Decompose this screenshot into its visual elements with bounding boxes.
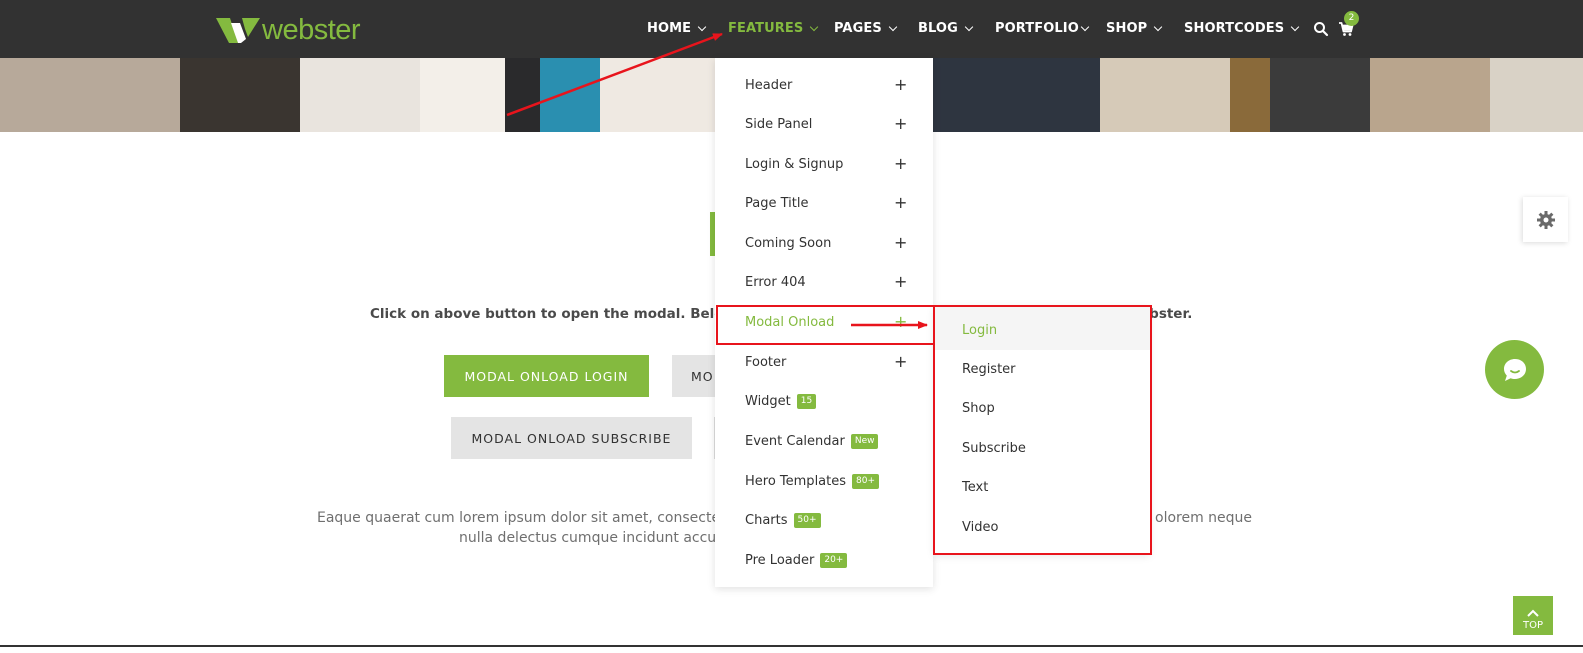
count-badge: 50+ [793, 512, 821, 528]
chevron-down-icon [810, 22, 819, 31]
chevron-down-icon [888, 22, 898, 31]
logo-mark-icon [216, 18, 260, 43]
annotation-box-submenu [933, 305, 1152, 555]
menu-item-label: Login & Signup [745, 156, 844, 172]
nav-portfolio[interactable]: PORTFOLIO [995, 21, 1090, 36]
chevron-down-icon [697, 22, 707, 31]
paragraph-line-1: Eaque quaerat cum lorem ipsum dolor sit … [317, 510, 721, 526]
menu-item-label: Footer [745, 354, 787, 370]
intro-text: Click on above button to open the modal.… [370, 306, 751, 322]
menu-item-event-calendar[interactable]: Event Calendar New [745, 431, 879, 451]
back-to-top-label: TOP [1522, 620, 1543, 631]
chevron-up-icon [1527, 609, 1539, 617]
menu-item-label: Side Panel [745, 116, 813, 132]
nav-pages-label: PAGES [834, 21, 882, 36]
modal-onload-subscribe-button[interactable]: MODAL ONLOAD SUBSCRIBE [451, 417, 692, 459]
modal-onload-second-label: MO [691, 368, 714, 384]
menu-item-label: Page Title [745, 195, 809, 211]
menu-item-error-404[interactable]: Error 404 [745, 272, 806, 292]
menu-item-side-panel[interactable]: Side Panel [745, 114, 812, 134]
menu-item-label: Pre Loader [745, 552, 815, 568]
nav-home-label: HOME [647, 21, 692, 36]
menu-item-label: Widget [745, 393, 791, 409]
expand-plus-icon[interactable]: + [894, 233, 907, 253]
count-badge: 15 [796, 393, 817, 409]
expand-plus-icon[interactable]: + [894, 114, 907, 134]
menu-item-pre-loader[interactable]: Pre Loader 20+ [745, 550, 848, 570]
menu-item-coming-soon[interactable]: Coming Soon [745, 233, 831, 253]
menu-item-login-signup[interactable]: Login & Signup [745, 154, 843, 174]
menu-item-charts[interactable]: Charts 50+ [745, 510, 821, 530]
nav-features-label: FEATURES [728, 21, 804, 36]
menu-item-label: Hero Templates [745, 473, 847, 489]
menu-item-label: Error 404 [745, 274, 806, 290]
nav-shortcodes[interactable]: SHORTCODES [1184, 21, 1300, 36]
search-icon[interactable] [1313, 21, 1329, 37]
settings-panel-toggle[interactable] [1523, 197, 1568, 242]
back-to-top-button[interactable]: TOP [1513, 596, 1553, 635]
nav-pages[interactable]: PAGES [834, 21, 898, 36]
menu-item-label: Coming Soon [745, 235, 832, 251]
annotation-box-modal-onload [716, 305, 935, 345]
menu-item-hero-templates[interactable]: Hero Templates 80+ [745, 471, 880, 491]
cart-count-badge: 2 [1344, 11, 1359, 26]
chevron-down-icon [1290, 22, 1300, 31]
menu-item-footer[interactable]: Footer [745, 352, 786, 372]
modal-onload-login-button[interactable]: MODAL ONLOAD LOGIN [444, 355, 649, 397]
nav-shop-label: SHOP [1106, 21, 1148, 36]
menu-item-label: Event Calendar [745, 433, 845, 449]
count-badge: 20+ [820, 552, 848, 568]
chevron-down-icon [964, 22, 974, 31]
chevron-down-icon [1153, 22, 1163, 31]
nav-blog-label: BLOG [918, 21, 958, 36]
chat-icon [1503, 358, 1526, 381]
nav-shortcodes-label: SHORTCODES [1184, 21, 1285, 36]
nav-blog[interactable]: BLOG [918, 21, 974, 36]
menu-item-widget[interactable]: Widget 15 [745, 391, 817, 411]
paragraph-line-2: nulla delectus cumque incidunt accu [459, 530, 717, 546]
expand-plus-icon[interactable]: + [894, 352, 907, 372]
modal-onload-second-button[interactable]: MO [672, 355, 715, 397]
nav-home[interactable]: HOME [647, 21, 707, 36]
chevron-down-icon [1080, 22, 1090, 31]
gear-icon [1536, 210, 1555, 229]
new-badge: New [850, 433, 879, 449]
site-logo[interactable]: webster [216, 14, 361, 46]
menu-item-page-title[interactable]: Page Title [745, 193, 808, 213]
nav-portfolio-label: PORTFOLIO [995, 21, 1079, 36]
modal-onload-login-label: MODAL ONLOAD LOGIN [464, 368, 629, 384]
menu-item-label: Header [745, 77, 793, 93]
nav-features[interactable]: FEATURES [728, 21, 819, 36]
chat-widget-button[interactable] [1485, 340, 1544, 399]
paragraph-line-1-end: olorem neque [1155, 510, 1253, 526]
expand-plus-icon[interactable]: + [894, 193, 907, 213]
count-badge: 80+ [852, 473, 880, 489]
modal-onload-subscribe-label: MODAL ONLOAD SUBSCRIBE [471, 430, 672, 446]
expand-plus-icon[interactable]: + [894, 154, 907, 174]
expand-plus-icon[interactable]: + [894, 272, 907, 292]
page-bottom-border [0, 645, 1583, 647]
logo-text: webster [262, 14, 361, 46]
nav-shop[interactable]: SHOP [1106, 21, 1163, 36]
menu-item-label: Charts [745, 512, 788, 528]
expand-plus-icon[interactable]: + [894, 75, 907, 95]
menu-item-header[interactable]: Header [745, 75, 792, 95]
